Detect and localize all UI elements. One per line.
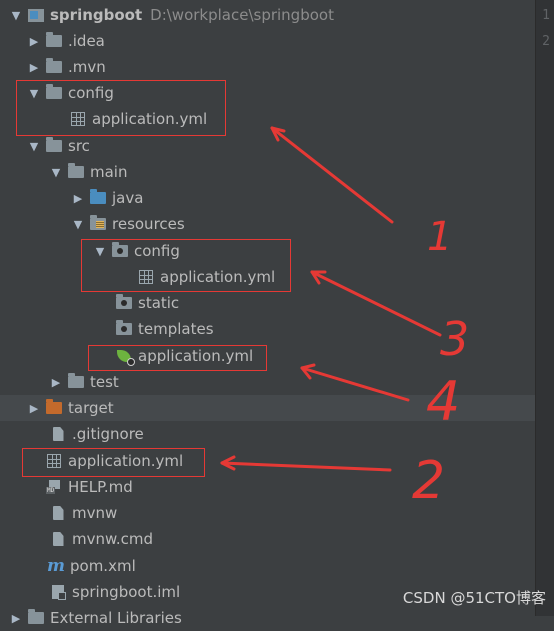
arrow-4 [300, 366, 410, 402]
arrow-3 [310, 270, 442, 337]
annotation-number-1: 1 [427, 214, 452, 260]
annotation-number-2: 2 [412, 451, 445, 511]
arrow-2 [220, 461, 392, 472]
watermark: CSDN @51CTO博客 [402, 589, 546, 607]
annotation-layer: 1 3 4 2 [220, 126, 469, 511]
annotation-number-4: 4 [426, 370, 460, 433]
annotation-number-3: 3 [440, 312, 469, 366]
arrow-1 [270, 126, 394, 224]
